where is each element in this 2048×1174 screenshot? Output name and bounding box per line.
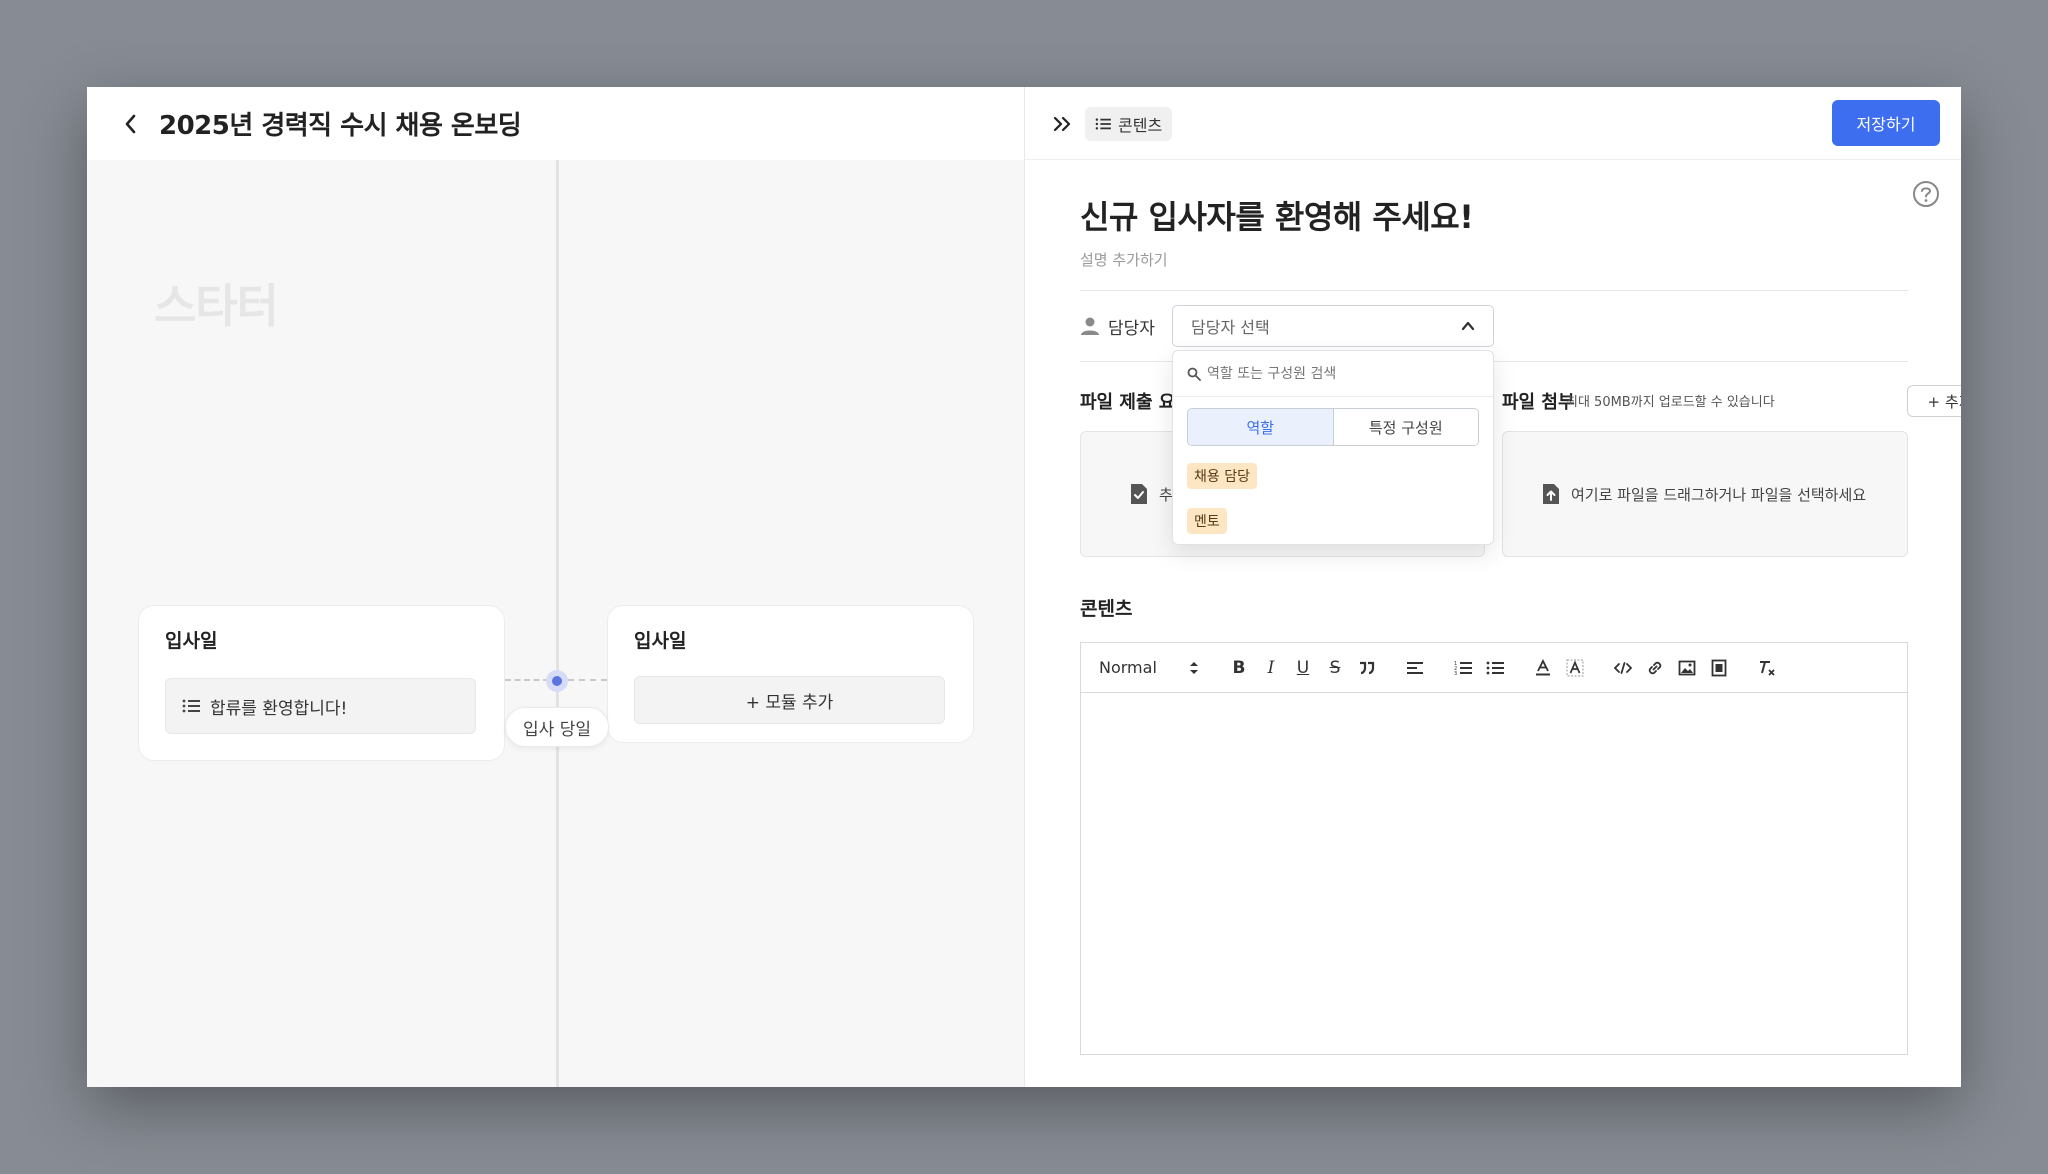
description-placeholder[interactable]: 설명 추가하기 — [1080, 249, 1168, 270]
panel-header: 콘텐츠 저장하기 — [1025, 87, 1961, 160]
dropdown-search-input[interactable] — [1207, 365, 1467, 382]
file-upload-icon — [1541, 482, 1561, 506]
ordered-list-icon[interactable]: 123 — [1447, 653, 1479, 683]
editor-toolbar: Normal B I U S 123 — [1081, 643, 1907, 693]
timeline-node[interactable] — [546, 670, 568, 692]
dropzone-text: 여기로 파일을 드래그하거나 파일을 선택하세요 — [1571, 485, 1867, 504]
owner-dropdown: 역할 특정 구성원 채용 담당 멘토 — [1172, 350, 1494, 545]
role-option[interactable]: 채용 담당 — [1187, 463, 1257, 489]
connector-line — [568, 679, 607, 681]
detail-panel: 콘텐츠 저장하기 신규 입사자를 환영해 주세요! 설명 추가하기 담당자 담당… — [1024, 87, 1961, 1087]
rich-text-editor[interactable]: Normal B I U S 123 — [1080, 642, 1908, 1055]
italic-icon[interactable]: I — [1255, 653, 1287, 683]
owner-select-placeholder: 담당자 선택 — [1191, 318, 1270, 337]
app-window: 2025년 경력직 수시 채용 온보딩 스타터 입사일 합류를 환영합니다! 입… — [87, 87, 1961, 1087]
highlight-icon[interactable] — [1559, 653, 1591, 683]
module-label: 합류를 환영합니다! — [210, 698, 348, 719]
code-icon[interactable] — [1607, 653, 1639, 683]
image-icon[interactable] — [1671, 653, 1703, 683]
owner-row: 담당자 — [1080, 305, 1155, 347]
tab-role[interactable]: 역할 — [1188, 409, 1334, 445]
bold-icon[interactable]: B — [1223, 653, 1255, 683]
svg-text:3: 3 — [1454, 671, 1457, 676]
editor-label: 콘텐츠 — [1080, 598, 1133, 620]
double-chevron-right-icon[interactable] — [1047, 109, 1077, 139]
chip-label: 콘텐츠 — [1118, 116, 1163, 135]
help-icon[interactable] — [1911, 179, 1941, 209]
bullet-list-icon[interactable] — [1479, 653, 1511, 683]
module-item[interactable]: 합류를 환영합니다! — [165, 678, 476, 734]
updown-arrows-icon[interactable] — [1179, 660, 1209, 676]
dropdown-tabs: 역할 특정 구성원 — [1187, 408, 1479, 446]
section-watermark: 스타터 — [154, 279, 279, 333]
save-button[interactable]: 저장하기 — [1832, 100, 1940, 146]
step-card[interactable]: 입사일 + 모듈 추가 — [607, 605, 974, 743]
workflow-canvas: 2025년 경력직 수시 채용 온보딩 스타터 입사일 합류를 환영합니다! 입… — [87, 87, 1024, 1087]
role-option[interactable]: 멘토 — [1187, 508, 1227, 534]
clear-format-icon[interactable] — [1751, 653, 1783, 683]
format-select[interactable]: Normal — [1099, 658, 1179, 677]
file-attach-label: 파일 첨부 — [1502, 392, 1575, 413]
text-color-icon[interactable] — [1527, 653, 1559, 683]
timeline-node-dot — [552, 676, 562, 686]
strikethrough-icon[interactable]: S — [1319, 653, 1351, 683]
underline-icon[interactable]: U — [1287, 653, 1319, 683]
align-left-icon[interactable] — [1399, 653, 1431, 683]
file-check-icon — [1129, 482, 1149, 506]
card-title: 입사일 — [634, 630, 687, 652]
search-icon — [1187, 367, 1201, 381]
left-header: 2025년 경력직 수시 채용 온보딩 — [87, 87, 1024, 160]
page-title: 2025년 경력직 수시 채용 온보딩 — [159, 111, 522, 141]
timeline-pill[interactable]: 입사 당일 — [505, 707, 609, 747]
video-icon[interactable] — [1703, 653, 1735, 683]
divider — [1080, 290, 1908, 291]
step-card[interactable]: 입사일 합류를 환영합니다! — [138, 605, 505, 761]
dropdown-search — [1173, 351, 1493, 397]
timeline-divider — [556, 160, 559, 1087]
add-module-button[interactable]: + 모듈 추가 — [634, 676, 945, 724]
tab-member[interactable]: 특정 구성원 — [1333, 409, 1478, 445]
list-icon — [182, 698, 200, 714]
owner-label: 담당자 — [1108, 318, 1155, 339]
add-file-button[interactable]: + 추가 — [1907, 385, 1961, 417]
dropzone-text: 추 — [1159, 485, 1173, 504]
owner-select[interactable]: 담당자 선택 — [1172, 305, 1494, 347]
blockquote-icon[interactable] — [1351, 653, 1383, 683]
chevron-up-icon — [1459, 317, 1477, 339]
card-title: 입사일 — [165, 630, 218, 652]
link-icon[interactable] — [1639, 653, 1671, 683]
chevron-left-icon[interactable] — [113, 107, 147, 141]
content-type-chip[interactable]: 콘텐츠 — [1085, 107, 1173, 141]
connector-line — [505, 679, 549, 681]
file-attach-dropzone[interactable]: 여기로 파일을 드래그하거나 파일을 선택하세요 — [1502, 431, 1908, 557]
list-icon — [1095, 117, 1111, 131]
content-title[interactable]: 신규 입사자를 환영해 주세요! — [1080, 192, 1474, 238]
person-icon — [1080, 316, 1100, 336]
file-attach-hint: 최대 50MB까지 업로드할 수 있습니다 — [1566, 395, 1775, 410]
